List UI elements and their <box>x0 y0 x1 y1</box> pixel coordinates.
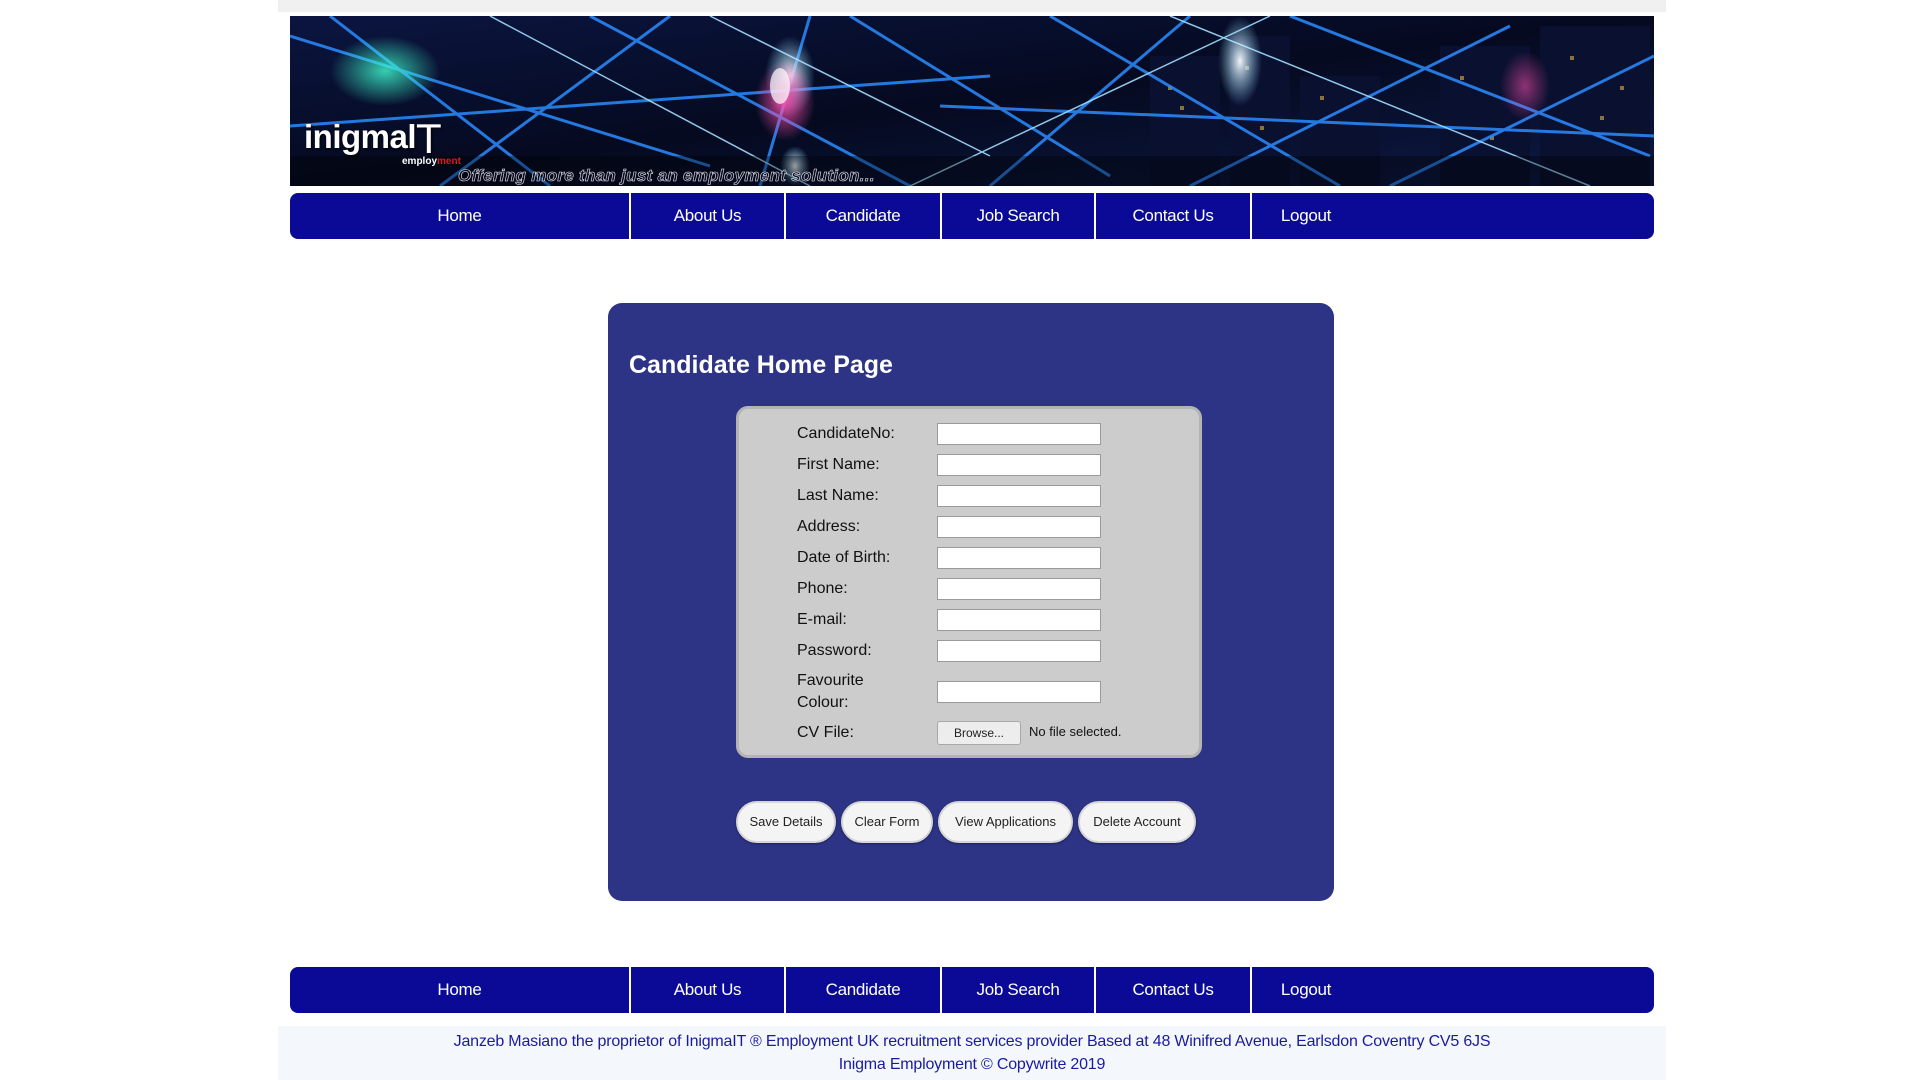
delete-account-button[interactable]: Delete Account <box>1078 801 1196 843</box>
browse-button[interactable]: Browse... <box>937 721 1021 745</box>
nav-candidate[interactable]: Candidate <box>786 193 940 239</box>
candidate-no-label: CandidateNo: <box>797 425 895 442</box>
nav-job-search[interactable]: Job Search <box>942 193 1094 239</box>
phone-input[interactable] <box>937 578 1101 600</box>
candidate-form: CandidateNo: First Name: Last Name: Addr… <box>736 406 1202 758</box>
logo-subtext-white: employ <box>402 156 438 167</box>
password-input[interactable] <box>937 640 1101 662</box>
first-name-input[interactable] <box>937 454 1101 476</box>
file-status-text: No file selected. <box>1029 724 1122 739</box>
nav-contact-us[interactable]: Contact Us <box>1096 193 1250 239</box>
header-banner: inigmal T employment Offering more than … <box>290 16 1654 186</box>
candidate-no-input[interactable] <box>937 423 1101 445</box>
password-label: Password: <box>797 642 872 659</box>
last-name-label: Last Name: <box>797 487 879 504</box>
phone-label: Phone: <box>797 580 848 597</box>
top-navigation: Home About Us Candidate Job Search Conta… <box>290 193 1654 239</box>
logo-it-text: T <box>416 115 442 162</box>
brand-logo[interactable]: inigmal T employment <box>304 115 461 168</box>
nav-home[interactable]: Home <box>290 193 629 239</box>
tagline: Offering more than just an employment so… <box>458 166 875 186</box>
top-strip <box>278 0 1666 12</box>
footer-nav-about-us[interactable]: About Us <box>631 967 784 1013</box>
first-name-label: First Name: <box>797 456 880 473</box>
page-title: Candidate Home Page <box>629 351 893 379</box>
clear-form-button[interactable]: Clear Form <box>841 801 933 843</box>
action-buttons: Save Details Clear Form View Application… <box>608 801 1334 845</box>
footer-copyright-text: Inigma Employment © Copywrite 2019 <box>838 1056 1106 1073</box>
footer-nav-contact-us[interactable]: Contact Us <box>1096 967 1250 1013</box>
logo-subtext: employment <box>402 156 461 167</box>
logo-text: inigmal <box>304 118 417 155</box>
save-details-button[interactable]: Save Details <box>736 801 836 843</box>
cv-file-label: CV File: <box>797 724 854 741</box>
banner-background-image <box>290 16 1654 186</box>
date-of-birth-input[interactable] <box>937 547 1101 569</box>
footer-nav-candidate[interactable]: Candidate <box>786 967 940 1013</box>
footer-address-text: Janzeb Masiano the proprietor of InigmaI… <box>453 1033 1491 1050</box>
address-label: Address: <box>797 518 861 535</box>
page: inigmal T employment Offering more than … <box>0 0 1920 1080</box>
footer-nav-job-search[interactable]: Job Search <box>942 967 1094 1013</box>
date-of-birth-label: Date of Birth: <box>797 549 891 566</box>
nav-about-us[interactable]: About Us <box>631 193 784 239</box>
favourite-colour-input[interactable] <box>937 681 1101 703</box>
page-wrapper: inigmal T employment Offering more than … <box>278 0 1666 1080</box>
last-name-input[interactable] <box>937 485 1101 507</box>
address-input[interactable] <box>937 516 1101 538</box>
bottom-navigation: Home About Us Candidate Job Search Conta… <box>290 967 1654 1013</box>
site-footer: Janzeb Masiano the proprietor of InigmaI… <box>278 1026 1666 1080</box>
view-applications-button[interactable]: View Applications <box>938 801 1073 843</box>
email-input[interactable] <box>937 609 1101 631</box>
candidate-panel: Candidate Home Page CandidateNo: First N… <box>608 303 1334 901</box>
email-label: E-mail: <box>797 611 847 628</box>
footer-nav-home[interactable]: Home <box>290 967 629 1013</box>
footer-nav-logout[interactable]: Logout <box>1252 967 1360 1013</box>
favourite-colour-label: Favourite Colour: <box>797 672 864 711</box>
nav-logout[interactable]: Logout <box>1252 193 1360 239</box>
